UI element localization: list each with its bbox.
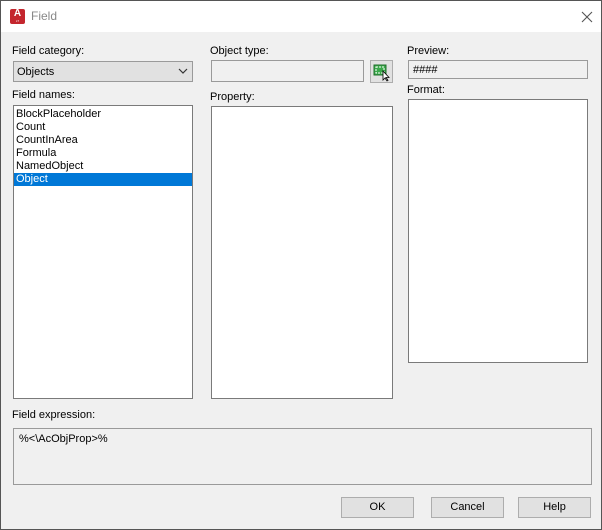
- close-icon: [581, 11, 593, 23]
- property-label: Property:: [210, 91, 255, 103]
- object-type-label: Object type:: [210, 45, 269, 57]
- preview-field: ####: [408, 60, 588, 79]
- chevron-down-icon: [178, 68, 188, 74]
- field-expression-label: Field expression:: [12, 409, 96, 421]
- list-item[interactable]: NamedObject: [14, 160, 192, 173]
- field-expression-box[interactable]: %<\AcObjProp>%: [13, 428, 592, 485]
- field-category-label: Field category:: [12, 45, 85, 57]
- window-title: Field: [31, 9, 58, 23]
- field-dialog: A LT Field Field category: Objects Field…: [0, 0, 602, 530]
- title-bar: A LT Field: [1, 1, 601, 32]
- list-item-selected[interactable]: Object: [14, 173, 192, 186]
- select-objects-icon: [373, 64, 390, 82]
- field-category-select[interactable]: Objects: [13, 61, 193, 82]
- preview-value: ####: [413, 64, 438, 76]
- help-button[interactable]: Help: [518, 497, 591, 518]
- autocad-lt-icon: A LT: [10, 8, 25, 24]
- field-category-value: Objects: [17, 66, 55, 78]
- select-object-button[interactable]: [370, 60, 393, 83]
- close-button[interactable]: [575, 5, 599, 29]
- property-list[interactable]: [211, 106, 393, 399]
- field-names-label: Field names:: [12, 89, 75, 101]
- format-label: Format:: [407, 84, 445, 96]
- ok-button[interactable]: OK: [341, 497, 414, 518]
- cancel-button[interactable]: Cancel: [431, 497, 504, 518]
- preview-label: Preview:: [407, 45, 450, 57]
- field-names-list[interactable]: BlockPlaceholder Count CountInArea Formu…: [13, 105, 193, 399]
- list-item[interactable]: CountInArea: [14, 134, 192, 147]
- list-item[interactable]: Count: [14, 121, 192, 134]
- format-list[interactable]: [408, 99, 588, 363]
- field-expression-value: %<\AcObjProp>%: [19, 433, 108, 445]
- list-item[interactable]: BlockPlaceholder: [14, 108, 192, 121]
- list-item[interactable]: Formula: [14, 147, 192, 160]
- object-type-field[interactable]: [211, 60, 364, 82]
